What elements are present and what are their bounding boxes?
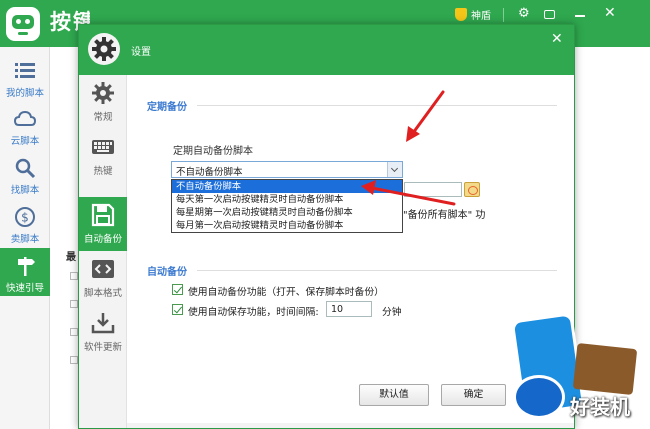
svg-text:$: $ [21, 211, 29, 225]
gear-icon [88, 33, 120, 65]
save-interval-input[interactable]: 10 [326, 301, 372, 317]
select-value: 不自动备份脚本 [176, 167, 243, 178]
keyboard-icon [92, 140, 114, 154]
app-sidebar: 我的脚本 云脚本 找脚本 $ 卖脚本 快速引导 [0, 47, 50, 429]
nav-item-label: 常规 [93, 112, 113, 123]
backup-all-hint: "备份所有脚本" 功 [403, 210, 486, 221]
settings-dialog: 设置 ✕ 常规 热键 自动备份 脚本格式 软件更新 定期备份 定期自动备份脚本 … [78, 24, 575, 429]
ok-button[interactable]: 确定 [441, 384, 506, 406]
minimize-icon[interactable] [575, 15, 585, 17]
vip-label[interactable]: 神盾 [471, 7, 491, 22]
nav-item-general[interactable]: 常规 [79, 75, 127, 129]
section-title-scheduled-backup: 定期备份 [147, 102, 187, 113]
sidebar-item-label: 找脚本 [10, 185, 40, 196]
partial-heading: 最 [66, 252, 76, 263]
menu-icon[interactable] [544, 10, 555, 19]
sidebar-item-label: 快速引导 [5, 283, 44, 294]
auto-save-label: 使用自动保存功能，时间间隔: [188, 307, 319, 318]
sidebar-item-quick-guide[interactable]: 快速引导 [0, 248, 50, 296]
dropdown-option[interactable]: 每星期第一次启动按键精灵时自动备份脚本 [172, 206, 402, 219]
nav-item-hotkeys[interactable]: 热键 [79, 129, 127, 183]
watermark-logo [572, 342, 638, 396]
dropdown-option[interactable]: 不自动备份脚本 [172, 180, 402, 193]
sidebar-item-my-scripts[interactable]: 我的脚本 [0, 53, 50, 101]
signpost-icon [18, 257, 35, 276]
close-icon[interactable]: ✕ [551, 31, 563, 47]
nav-item-label: 软件更新 [83, 342, 122, 353]
floppy-disk-icon [91, 203, 115, 227]
background-checkbox[interactable] [70, 272, 78, 280]
background-checkbox[interactable] [70, 328, 78, 336]
scheduled-backup-label: 定期自动备份脚本 [173, 146, 253, 157]
backup-frequency-dropdown: 不自动备份脚本 每天第一次启动按键精灵时自动备份脚本 每星期第一次启动按键精灵时… [171, 179, 403, 233]
sidebar-item-label: 我的脚本 [5, 88, 44, 99]
nav-item-label: 脚本格式 [83, 288, 122, 299]
shield-icon[interactable] [455, 8, 467, 21]
dollar-icon: $ [15, 207, 35, 227]
nav-item-auto-backup[interactable]: 自动备份 [79, 197, 127, 251]
footer-divider [127, 423, 574, 428]
dialog-nav: 常规 热键 自动备份 脚本格式 软件更新 [79, 75, 127, 428]
list-icon [15, 63, 35, 78]
sidebar-item-find-scripts[interactable]: 找脚本 [0, 150, 50, 198]
default-values-button[interactable]: 默认值 [359, 384, 429, 406]
divider [197, 105, 557, 106]
chevron-down-icon[interactable] [387, 162, 402, 177]
section-title-auto-backup: 自动备份 [147, 267, 187, 278]
sidebar-item-sell-scripts[interactable]: $ 卖脚本 [0, 199, 50, 247]
nav-item-script-format[interactable]: 脚本格式 [79, 251, 127, 305]
divider [197, 270, 557, 271]
code-icon [92, 260, 114, 278]
sidebar-item-label: 卖脚本 [10, 234, 40, 245]
nav-item-label: 自动备份 [83, 234, 122, 245]
divider [503, 8, 504, 22]
download-icon [91, 313, 115, 334]
watermark-text: 好装机 [570, 395, 630, 419]
dropdown-option[interactable]: 每月第一次启动按键精灵时自动备份脚本 [172, 219, 402, 232]
dialog-title: 设置 [131, 47, 151, 58]
backup-frequency-select[interactable]: 不自动备份脚本 [171, 161, 403, 178]
search-icon [15, 158, 36, 179]
auto-save-checkbox[interactable] [172, 304, 183, 315]
close-icon[interactable]: ✕ [604, 5, 616, 21]
dropdown-option[interactable]: 每天第一次启动按键精灵时自动备份脚本 [172, 193, 402, 206]
nav-item-software-update[interactable]: 软件更新 [79, 305, 127, 359]
browse-folder-button[interactable] [464, 182, 480, 197]
app-logo [6, 7, 40, 41]
sidebar-item-cloud-scripts[interactable]: 云脚本 [0, 101, 50, 149]
dialog-header: 设置 ✕ [79, 25, 574, 75]
nav-item-label: 热键 [93, 166, 113, 177]
auto-backup-checkbox[interactable] [172, 284, 183, 295]
settings-gear-icon[interactable]: ⚙ [518, 6, 530, 21]
backup-path-input[interactable] [404, 182, 462, 197]
watermark-logo [513, 375, 565, 419]
interval-unit-label: 分钟 [382, 307, 402, 318]
gear-icon [92, 82, 114, 104]
dialog-body: 定期备份 定期自动备份脚本 不自动备份脚本 不自动备份脚本 每天第一次启动按键精… [127, 75, 574, 428]
sidebar-item-label: 云脚本 [10, 136, 40, 147]
background-checkbox[interactable] [70, 356, 78, 364]
auto-backup-label: 使用自动备份功能（打开、保存脚本时备份） [188, 287, 384, 298]
cloud-icon [14, 110, 36, 126]
background-checkbox[interactable] [70, 300, 78, 308]
